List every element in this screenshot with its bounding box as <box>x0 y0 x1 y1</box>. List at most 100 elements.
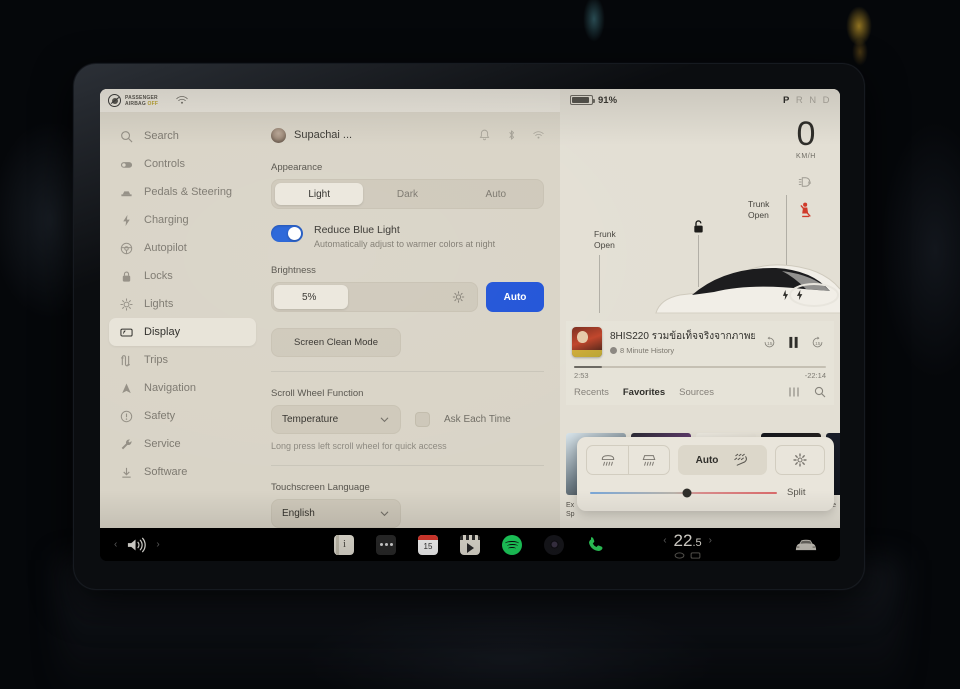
tab-favorites[interactable]: Favorites <box>623 387 665 398</box>
temp-decrease-arrow[interactable]: ‹ <box>663 535 666 546</box>
ask-each-time-checkbox[interactable] <box>415 412 430 427</box>
appearance-option-auto[interactable]: Auto <box>452 183 540 205</box>
airbag-label: PASSENGER AIRBAG OFF <box>125 95 158 107</box>
climate-settings-button[interactable] <box>775 445 825 475</box>
fan-icon <box>732 453 749 467</box>
wifi-icon[interactable] <box>176 92 188 110</box>
trunk-label-2: Open <box>748 210 769 220</box>
volume-prev-arrow[interactable]: ‹ <box>114 539 117 550</box>
car-status-panel: 91% P R N D 0 KM/H A Frunk Open Trunk Op… <box>560 89 840 528</box>
sidebar-item-navigation[interactable]: Navigation <box>109 374 256 402</box>
volume-next-arrow[interactable]: › <box>156 539 159 550</box>
forward-15-icon[interactable]: 15 <box>811 336 824 349</box>
battery-indicator[interactable]: 91% <box>570 95 617 106</box>
brightness-slider[interactable]: 5% <box>271 282 478 312</box>
climate-auto-button[interactable]: Auto <box>678 445 767 475</box>
sidebar-item-software[interactable]: Software <box>109 458 256 486</box>
media-app-icon[interactable] <box>460 534 480 555</box>
front-defrost-icon <box>601 455 614 466</box>
album-art[interactable] <box>572 327 602 357</box>
thumbnail-caption-1: Ex <box>566 502 575 509</box>
temperature-value[interactable]: 22.5 <box>674 531 702 551</box>
tab-sources[interactable]: Sources <box>679 387 714 398</box>
sidebar-label-navigation: Navigation <box>144 382 196 394</box>
sidebar-item-safety[interactable]: Safety <box>109 402 256 430</box>
brightness-auto-button[interactable]: Auto <box>486 282 544 312</box>
divider-1 <box>271 371 544 372</box>
playback-progress-bar[interactable] <box>574 366 826 368</box>
sidebar-item-locks[interactable]: Locks <box>109 262 256 290</box>
sidebar-item-trips[interactable]: Trips <box>109 346 256 374</box>
sidebar-item-charging[interactable]: Charging <box>109 206 256 234</box>
temperature-slider[interactable] <box>590 488 777 497</box>
appearance-option-light[interactable]: Light <box>275 183 364 205</box>
steering-heat-icon[interactable] <box>674 551 685 559</box>
profile-row[interactable]: Supachai ... <box>271 124 544 146</box>
spotify-app-icon[interactable] <box>502 534 522 555</box>
camera-app-icon[interactable] <box>544 534 564 555</box>
battery-percent: 91% <box>598 94 618 106</box>
frunk-label-1: Frunk <box>594 229 616 239</box>
phone-app-icon[interactable] <box>586 535 606 555</box>
gear-icon <box>793 453 807 467</box>
appearance-option-dark[interactable]: Dark <box>363 183 451 205</box>
airbag-state: OFF <box>147 100 159 107</box>
airbag-line-2: AIRBAG OFF <box>125 100 159 107</box>
sidebar-item-autopilot[interactable]: Autopilot <box>109 234 256 262</box>
sidebar-item-controls[interactable]: Controls <box>109 150 256 178</box>
rear-defrost-button[interactable] <box>628 446 669 474</box>
sidebar-item-lights[interactable]: Lights <box>109 290 256 318</box>
reduce-blue-light-toggle[interactable] <box>271 225 303 242</box>
sidebar-label-display: Display <box>144 326 181 338</box>
pause-button[interactable] <box>788 336 799 349</box>
car-front-icon[interactable] <box>794 538 818 552</box>
alert-icon <box>120 410 133 423</box>
bell-icon[interactable] <box>479 129 490 141</box>
volume-icon[interactable] <box>126 537 147 553</box>
settings-panel: PASSENGER AIRBAG OFF Search Controls Ped… <box>100 89 560 528</box>
unlock-icon[interactable] <box>692 219 705 234</box>
trunk-open-callout: Trunk Open <box>748 195 787 285</box>
display-icon <box>120 326 133 339</box>
rewind-15-icon[interactable]: 15 <box>763 336 776 349</box>
calendar-app-icon[interactable]: 15 <box>418 534 438 555</box>
media-player: 8HIS220 รวมข้อเท็จจริงจากภาพย 8 Minute H… <box>566 321 834 405</box>
sidebar-item-service[interactable]: Service <box>109 430 256 458</box>
screen-clean-mode-button[interactable]: Screen Clean Mode <box>271 328 401 357</box>
scroll-wheel-dropdown[interactable]: Temperature <box>271 405 401 434</box>
sidebar-item-pedals-steering[interactable]: Pedals & Steering <box>109 178 256 206</box>
temp-increase-arrow[interactable]: › <box>709 535 712 546</box>
sidebar-item-search[interactable]: Search <box>109 122 256 150</box>
track-title: 8HIS220 รวมข้อเท็จจริงจากภาพย <box>610 331 755 342</box>
more-apps-icon[interactable] <box>376 534 396 555</box>
seat-heat-icon[interactable] <box>690 551 701 559</box>
media-tools <box>788 386 826 398</box>
front-defrost-button[interactable] <box>587 446 628 474</box>
avatar <box>271 127 286 143</box>
touchscreen-language-dropdown[interactable]: English <box>271 499 401 528</box>
climate-temperature-control: ‹ 22.5 › <box>663 531 712 559</box>
remaining-time: -22:14 <box>804 371 826 380</box>
equalizer-icon[interactable] <box>788 386 800 398</box>
brightness-icon <box>452 291 465 304</box>
temperature-slider-knob[interactable] <box>682 488 692 497</box>
bluetooth-icon[interactable] <box>506 129 517 141</box>
media-controls: 15 15 <box>763 336 828 349</box>
display-settings-content: Supachai ... Appearance Light Dark Auto <box>265 112 560 528</box>
split-label[interactable]: Split <box>787 487 821 498</box>
sidebar-label-service: Service <box>144 438 181 450</box>
notes-app-icon[interactable] <box>334 534 354 555</box>
sidebar-item-display[interactable]: Display <box>109 318 256 346</box>
ambient-light-teal <box>583 0 605 42</box>
reduce-blue-light-title: Reduce Blue Light <box>314 224 400 236</box>
progress-fill <box>574 366 602 368</box>
wifi-icon[interactable] <box>533 129 544 141</box>
scroll-wheel-row: Temperature Ask Each Time <box>271 405 544 434</box>
car-visualization: Frunk Open Trunk Open <box>560 111 840 317</box>
gear-d: D <box>822 94 830 106</box>
search-icon[interactable] <box>814 386 826 398</box>
car-icon <box>120 186 133 199</box>
track-subtitle-row: 8 Minute History <box>610 346 755 355</box>
seat-heater-icons <box>674 551 701 559</box>
tab-recents[interactable]: Recents <box>574 387 609 398</box>
